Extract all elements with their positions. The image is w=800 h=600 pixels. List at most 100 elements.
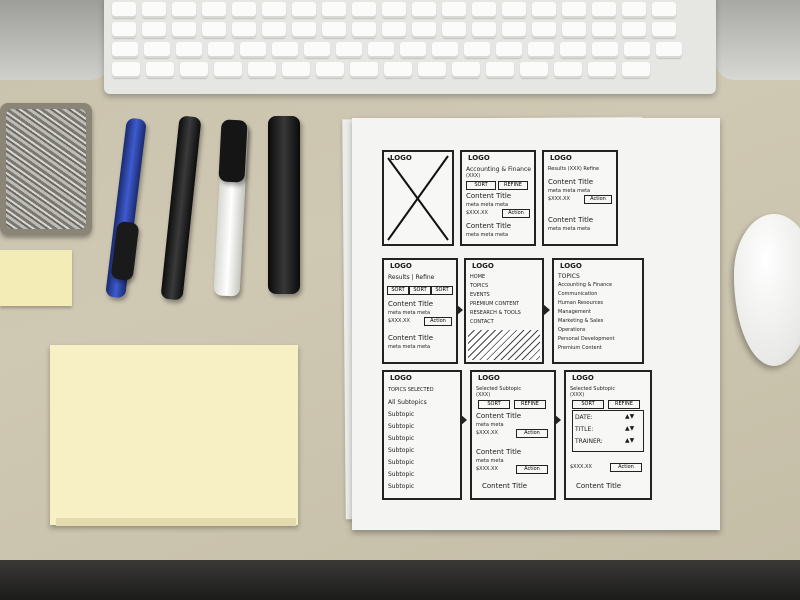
topic-item: Communication (558, 291, 598, 297)
sketch-meta: meta meta meta (548, 188, 591, 194)
sketch-frame-2-1: LOGO Results | Refine SORT SORT SORT Con… (382, 258, 458, 364)
topic-item: Premium Content (558, 345, 602, 351)
topic-item: Human Resources (558, 300, 604, 306)
sketch-action-2: Action (516, 465, 548, 474)
sketch-meta-2: meta meta meta (388, 344, 431, 350)
sketch-sort-2: SORT (409, 286, 431, 295)
sketch-frame-3-2: LOGO Selected Subtopic (XXX) SORT REFINE… (470, 370, 556, 500)
sketch-meta: meta meta meta (466, 202, 509, 208)
sketch-meta: meta meta meta (388, 310, 431, 316)
keyboard-key (292, 22, 316, 38)
keyboard (104, 0, 716, 94)
keyboard-key (384, 62, 412, 78)
sketch-content-title: Content Title (576, 482, 622, 490)
keyboard-key (180, 62, 208, 78)
sketch-title: Results (XXX) Refine (548, 166, 600, 172)
keyboard-key (432, 42, 458, 58)
keyboard-key (336, 42, 362, 58)
keyboard-key (562, 2, 586, 18)
sketch-count: (XXX) (570, 392, 585, 398)
keyboard-key (240, 42, 266, 58)
sketch-frame-3-1: LOGO TOPICS SELECTED All Subtopics Subto… (382, 370, 462, 500)
topic-item: Accounting & Finance (558, 282, 613, 288)
black-pen (160, 115, 202, 301)
keyboard-key (352, 22, 376, 38)
keyboard-key (486, 62, 514, 78)
keyboard-key (322, 2, 346, 18)
flow-arrow (543, 304, 550, 316)
sketch-refine: REFINE (514, 400, 546, 409)
paper-clips (6, 109, 86, 229)
keyboard-key (142, 2, 166, 18)
keyboard-key (400, 42, 426, 58)
sketch-action: Action (424, 317, 452, 326)
sketch-sort: SORT (466, 181, 496, 190)
sketch-frame-1-3: LOGO Results (XXX) Refine Content Title … (542, 150, 618, 246)
keyboard-key (208, 42, 234, 58)
flow-arrow (554, 414, 561, 426)
subtopic-item: Subtopic (388, 447, 415, 454)
keyboard-key (554, 62, 582, 78)
sticky-note-small (0, 250, 72, 306)
keyboard-key (532, 22, 556, 38)
keyboard-key (112, 2, 136, 18)
keyboard-key (382, 2, 406, 18)
keyboard-key (368, 42, 394, 58)
sketch-price: $XXX.XX (476, 430, 498, 436)
hatched-area (468, 330, 540, 360)
keyboard-key (112, 42, 138, 58)
subtopic-item: Subtopic (388, 459, 415, 466)
menu-item: CONTACT (470, 319, 494, 325)
sketch-logo: LOGO (478, 374, 500, 382)
menu-item: RESEARCH & TOOLS (470, 310, 521, 316)
sketch-action: Action (584, 195, 612, 204)
sketch-meta-2: meta meta meta (548, 226, 591, 232)
keyboard-key (282, 62, 310, 78)
menu-item: TOPICS (470, 283, 489, 289)
keyboard-key (350, 62, 378, 78)
keyboard-key (262, 2, 286, 18)
keyboard-key (452, 62, 480, 78)
sticky-pad-edge (56, 518, 296, 526)
sketch-count: (XXX) (466, 173, 481, 179)
crossed-out-mark (387, 155, 449, 241)
sketch-logo: LOGO (560, 262, 582, 270)
sort-arrows-icon: ▲▼ (625, 413, 635, 420)
keyboard-key (592, 22, 616, 38)
sketch-logo: LOGO (472, 262, 494, 270)
keyboard-key (352, 2, 376, 18)
keyboard-key (652, 22, 676, 38)
keyboard-key (528, 42, 554, 58)
marker-cap (218, 119, 248, 183)
subtopic-item: Subtopic (388, 435, 415, 442)
sketch-price: $XXX.XX (466, 210, 488, 216)
sketch-price: $XXX.XX (388, 318, 410, 324)
sketch-content-title-2: Content Title (548, 216, 594, 224)
sketch-logo: LOGO (468, 154, 490, 162)
keyboard-key (442, 22, 466, 38)
sketch-sort-3: SORT (431, 286, 453, 295)
keyboard-key (656, 42, 682, 58)
sketch-action: Action (610, 463, 642, 472)
sketch-action: Action (502, 209, 530, 218)
filter-title: TITLE: (575, 426, 594, 433)
sketch-content-title-2: Content Title (476, 448, 522, 456)
sketch-frame-3-3: LOGO Selected Subtopic (XXX) SORT REFINE… (564, 370, 652, 500)
filter-trainer: TRAINER: (575, 438, 603, 445)
sketch-content-title: Content Title (548, 178, 594, 186)
sketch-sort-1: SORT (387, 286, 409, 295)
filter-date: DATE: (575, 414, 593, 421)
topic-item: Management (558, 309, 591, 315)
sketch-frame-1-1: LOGO (382, 150, 454, 246)
sketch-refine: REFINE (498, 181, 528, 190)
keyboard-key (382, 22, 406, 38)
keyboard-key (496, 42, 522, 58)
keyboard-key (502, 22, 526, 38)
keyboard-key (112, 62, 140, 78)
menu-item: PREMIUM CONTENT (470, 301, 520, 307)
subtopic-item: Subtopic (388, 483, 415, 490)
sketch-title: Results | Refine (388, 274, 435, 281)
keyboard-key (502, 2, 526, 18)
topic-item: Marketing & Sales (558, 318, 604, 324)
keyboard-key (472, 22, 496, 38)
